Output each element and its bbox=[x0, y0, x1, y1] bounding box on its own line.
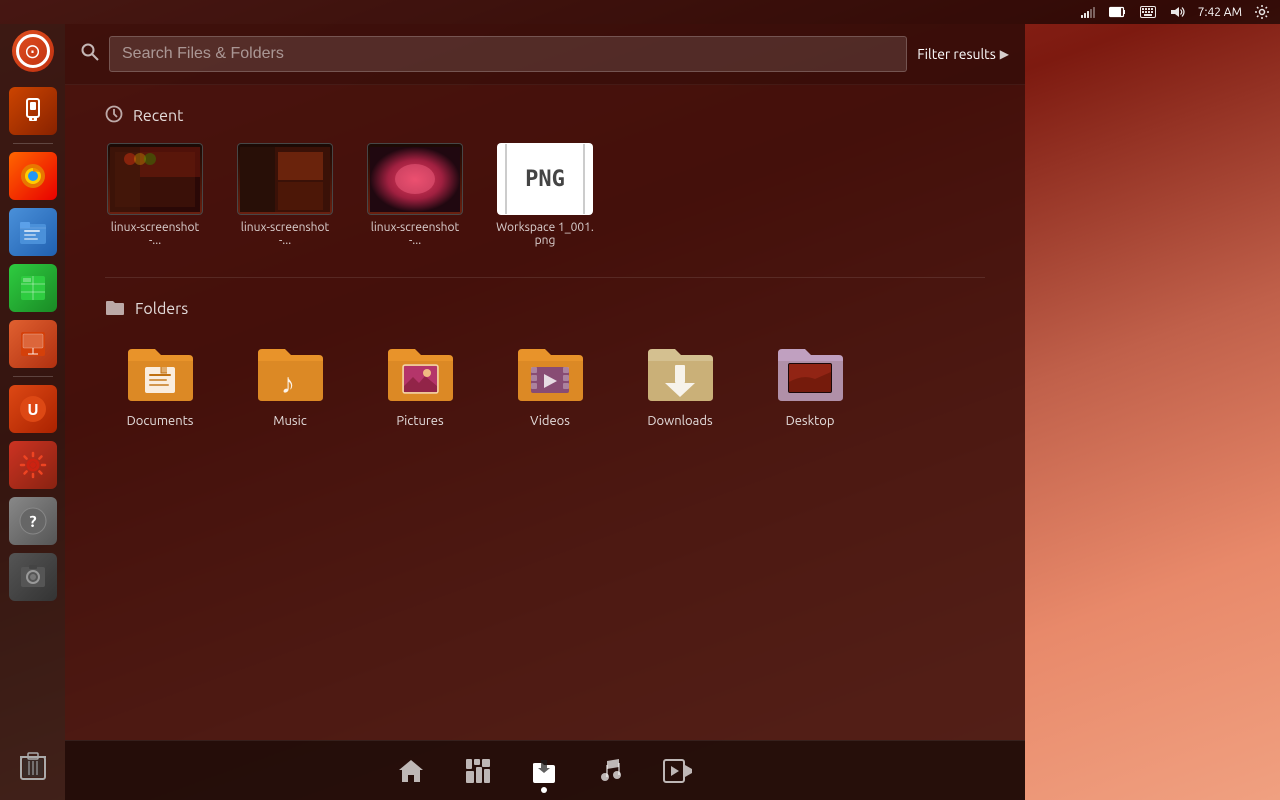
dash-window: Filter results ▶ Recent bbox=[65, 24, 1025, 800]
folder-name-label: Music bbox=[273, 414, 307, 428]
launcher-item-screenshot[interactable] bbox=[6, 550, 60, 604]
desktop-area bbox=[1025, 24, 1280, 800]
settings-panel-icon[interactable] bbox=[1252, 4, 1272, 20]
launcher-separator-2 bbox=[13, 376, 53, 377]
svg-text:U: U bbox=[27, 401, 38, 419]
system-tray: 7:42 AM bbox=[1078, 4, 1272, 20]
launcher-item-calc[interactable] bbox=[6, 261, 60, 315]
launcher-item-system-settings[interactable] bbox=[6, 438, 60, 492]
file-name-label: Workspace 1_001.png bbox=[495, 221, 595, 247]
launcher-item-trash[interactable] bbox=[6, 738, 60, 792]
list-item[interactable]: Downloads bbox=[625, 336, 735, 428]
files-manager-icon bbox=[9, 208, 57, 256]
calc-icon bbox=[9, 264, 57, 312]
volume-icon bbox=[1168, 4, 1188, 20]
dash-content: Recent bbox=[65, 85, 1025, 740]
folder-name-label: Documents bbox=[127, 414, 194, 428]
dock-item-music[interactable] bbox=[597, 757, 623, 785]
filter-arrow-icon: ▶ bbox=[1000, 47, 1009, 61]
keyboard-icon bbox=[1138, 4, 1158, 20]
time-display: 7:42 AM bbox=[1198, 6, 1242, 19]
list-item[interactable]: PNG Workspace 1_001.png bbox=[495, 143, 595, 247]
system-settings-icon bbox=[9, 441, 57, 489]
search-icon bbox=[81, 43, 99, 65]
section-divider bbox=[105, 277, 985, 278]
firefox-icon bbox=[9, 152, 57, 200]
list-item[interactable]: Documents bbox=[105, 336, 215, 428]
battery-icon bbox=[1108, 4, 1128, 20]
bottom-dock bbox=[65, 740, 1025, 800]
folders-grid: Documents ♪ Music bbox=[105, 336, 985, 428]
list-item[interactable]: linux-screenshot-... bbox=[105, 143, 205, 247]
file-name-label: linux-screenshot-... bbox=[235, 221, 335, 247]
file-thumbnail bbox=[237, 143, 333, 215]
folder-name-label: Videos bbox=[530, 414, 570, 428]
screenshot-preview bbox=[108, 144, 202, 214]
launcher-sidebar: U ? bbox=[0, 24, 65, 800]
folder-icon-music: ♪ bbox=[250, 336, 330, 406]
screenshot-preview-2 bbox=[238, 144, 332, 214]
launcher-item-presentation[interactable] bbox=[6, 317, 60, 371]
list-item[interactable]: Videos bbox=[495, 336, 605, 428]
svg-text:?: ? bbox=[29, 513, 36, 531]
help-icon: ? bbox=[9, 497, 57, 545]
folder-icon-downloads bbox=[640, 336, 720, 406]
file-thumbnail bbox=[107, 143, 203, 215]
folder-icon-videos bbox=[510, 336, 590, 406]
trash-icon bbox=[9, 741, 57, 789]
file-thumbnail bbox=[367, 143, 463, 215]
filter-results-button[interactable]: Filter results ▶ bbox=[917, 46, 1009, 62]
dock-item-video[interactable] bbox=[663, 759, 693, 783]
folders-icon bbox=[105, 298, 125, 320]
launcher-item-files[interactable] bbox=[6, 205, 60, 259]
usb-creator-icon bbox=[9, 87, 57, 135]
recent-icon bbox=[105, 105, 123, 127]
folder-name-label: Pictures bbox=[396, 414, 443, 428]
search-input[interactable] bbox=[109, 36, 907, 72]
recent-section-header: Recent bbox=[105, 105, 985, 127]
launcher-item-firefox[interactable] bbox=[6, 149, 60, 203]
folders-section-header: Folders bbox=[105, 298, 985, 320]
folders-section: Folders bbox=[105, 277, 985, 428]
list-item[interactable]: Desktop bbox=[755, 336, 865, 428]
file-name-label: linux-screenshot-... bbox=[105, 221, 205, 247]
folder-name-label: Desktop bbox=[786, 414, 835, 428]
recent-section-label: Recent bbox=[133, 107, 183, 125]
folder-name-label: Downloads bbox=[647, 414, 712, 428]
launcher-item-usb-creator[interactable] bbox=[6, 84, 60, 138]
launcher-item-ubuntu[interactable] bbox=[6, 24, 60, 78]
top-panel: 7:42 AM bbox=[0, 0, 1280, 24]
screenshot-preview-3 bbox=[368, 144, 462, 214]
file-thumbnail: PNG bbox=[497, 143, 593, 215]
list-item[interactable]: ♪ Music bbox=[235, 336, 345, 428]
svg-text:♪: ♪ bbox=[281, 368, 295, 399]
search-bar: Filter results ▶ bbox=[65, 24, 1025, 85]
folder-icon-desktop bbox=[770, 336, 850, 406]
launcher-separator-1 bbox=[13, 143, 53, 144]
folder-icon-documents bbox=[120, 336, 200, 406]
launcher-item-ubuntu-one[interactable]: U bbox=[6, 382, 60, 436]
ubuntu-logo-icon bbox=[12, 30, 54, 72]
recent-files-grid: linux-screenshot-... linux-sc bbox=[105, 143, 985, 247]
dock-item-apps[interactable] bbox=[465, 758, 491, 784]
folder-icon-pictures bbox=[380, 336, 460, 406]
list-item[interactable]: linux-screenshot-... bbox=[235, 143, 335, 247]
presentation-icon bbox=[9, 320, 57, 368]
ubuntu-one-icon: U bbox=[9, 385, 57, 433]
dock-item-files[interactable] bbox=[531, 757, 557, 785]
dock-item-home[interactable] bbox=[397, 758, 425, 784]
launcher-item-help[interactable]: ? bbox=[6, 494, 60, 548]
screenshot-icon bbox=[9, 553, 57, 601]
list-item[interactable]: linux-screenshot-... bbox=[365, 143, 465, 247]
folders-section-label: Folders bbox=[135, 300, 188, 318]
network-indicator-icon bbox=[1078, 4, 1098, 20]
list-item[interactable]: Pictures bbox=[365, 336, 475, 428]
png-icon: PNG bbox=[505, 143, 585, 215]
file-name-label: linux-screenshot-... bbox=[365, 221, 465, 247]
filter-results-label: Filter results bbox=[917, 46, 995, 62]
